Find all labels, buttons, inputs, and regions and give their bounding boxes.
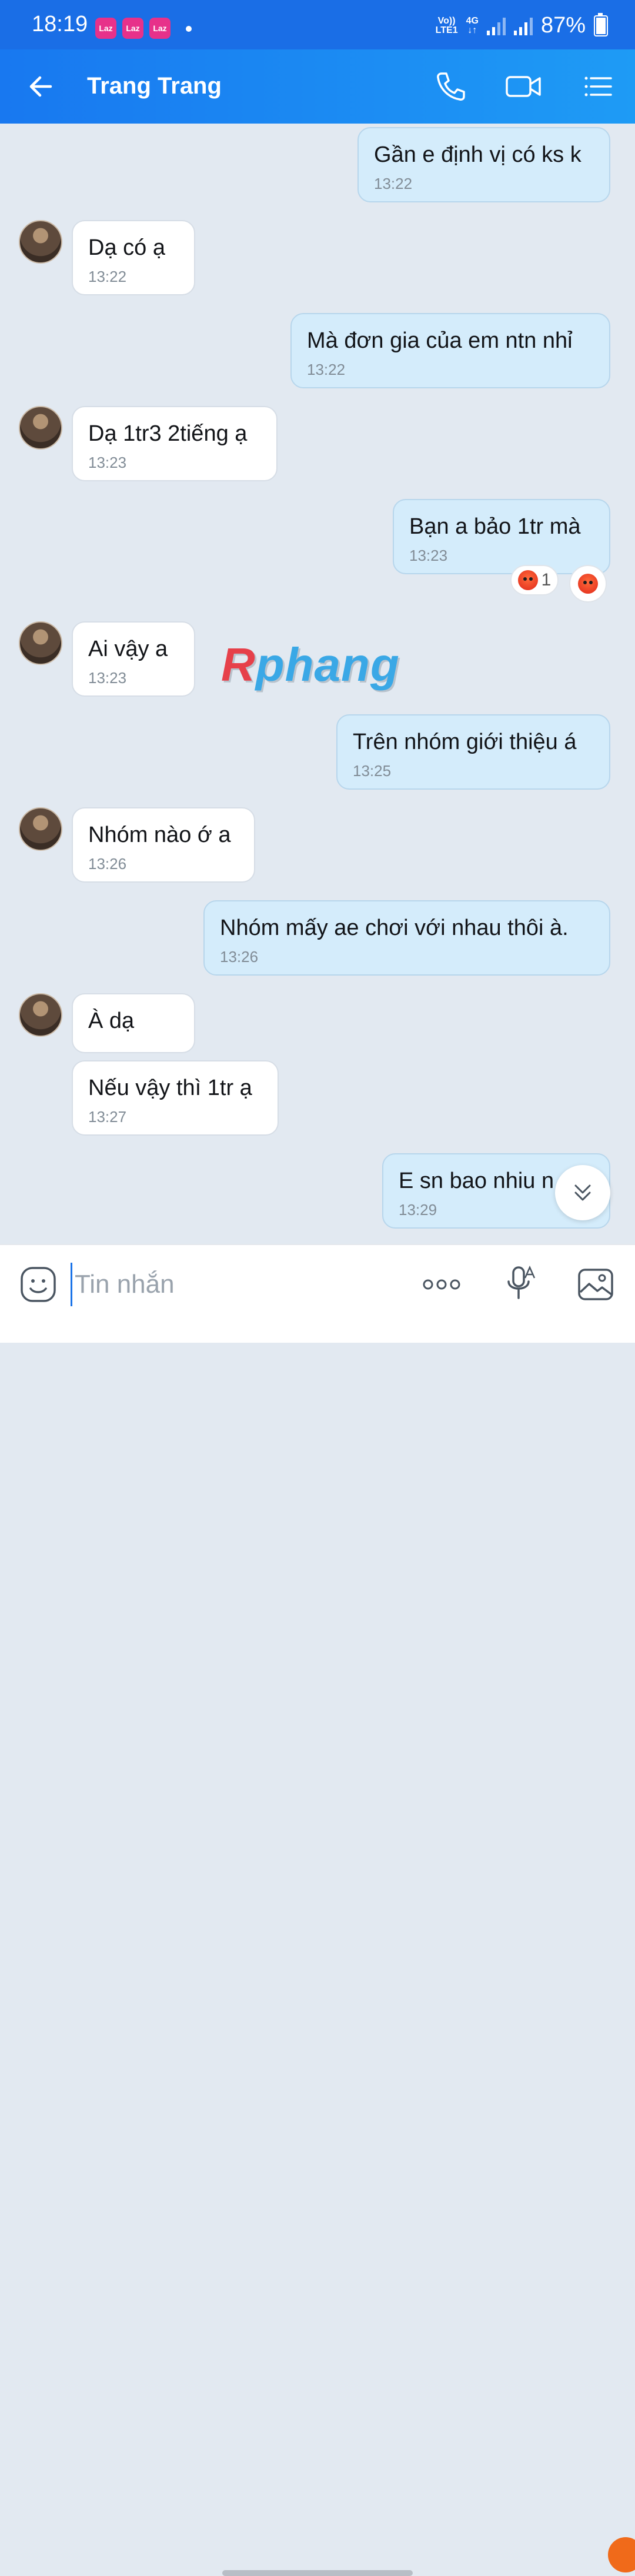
arrow-left-icon xyxy=(29,76,52,97)
home-indicator[interactable] xyxy=(222,2570,413,2576)
voice-to-text-button[interactable] xyxy=(500,1264,541,1305)
chat-header: Trang Trang xyxy=(0,49,635,124)
message-text: Dạ có ạ xyxy=(88,235,165,260)
data-arrows-icon: ↓↑ xyxy=(467,25,477,35)
avatar[interactable] xyxy=(19,807,62,851)
scroll-to-bottom-button[interactable] xyxy=(555,1165,610,1220)
status-bar: 18:19 Laz Laz Laz Vo)) LTE1 4G ↓↑ 87% xyxy=(0,0,635,49)
double-chevron-down-icon xyxy=(574,1184,591,1201)
status-time: 18:19 xyxy=(32,12,88,36)
phone-icon xyxy=(437,72,465,101)
watermark-rest: phang xyxy=(255,638,400,691)
message-bubble-sent[interactable]: Gần e định vị có ks k 13:22 xyxy=(357,127,610,202)
sticker-button[interactable] xyxy=(18,1264,59,1305)
message-text: Nhóm mấy ae chơi với nhau thôi à. xyxy=(220,916,569,940)
message-bubble-received[interactable]: Ai vậy a 13:23 xyxy=(72,621,195,697)
message-time: 13:22 xyxy=(307,361,346,378)
battery-icon xyxy=(594,12,608,36)
avatar[interactable] xyxy=(19,993,62,1037)
message-time: 13:26 xyxy=(220,948,259,966)
voice-call-button[interactable] xyxy=(430,66,472,107)
network-type-label: 4G xyxy=(466,15,479,26)
message-bubble-received[interactable]: Dạ có ạ 13:22 xyxy=(72,220,195,295)
battery-percent: 87% xyxy=(540,13,586,38)
voice-text-mic-icon xyxy=(507,1265,536,1299)
message-text: Gần e định vị có ks k xyxy=(374,142,581,167)
message-time: 13:23 xyxy=(409,547,448,564)
message-bubble-received[interactable]: À dạ xyxy=(72,993,195,1053)
signal-icon xyxy=(513,16,533,35)
avatar[interactable] xyxy=(19,406,62,450)
composer-bar xyxy=(0,1244,635,2576)
video-call-button[interactable] xyxy=(503,66,544,107)
message-text: Trên nhóm giới thiệu á xyxy=(353,730,577,754)
more-options-button[interactable] xyxy=(421,1264,462,1305)
video-icon xyxy=(506,76,541,97)
image-gallery-icon xyxy=(578,1269,613,1300)
list-menu-icon xyxy=(584,76,612,96)
message-bubble-sent[interactable]: Mà đơn gia của em ntn nhỉ 13:22 xyxy=(290,313,610,388)
message-list[interactable]: Gần e định vị có ks k 13:22 Dạ có ạ 13:2… xyxy=(0,124,635,1244)
message-time: 13:25 xyxy=(353,762,392,780)
watermark-logo: Rphang xyxy=(221,638,400,692)
chat-options-button[interactable] xyxy=(577,66,619,107)
sticker-smile-icon xyxy=(21,1267,56,1302)
message-time: 13:26 xyxy=(88,855,127,873)
message-input[interactable] xyxy=(71,1263,400,1306)
volte-indicator: Vo)) LTE1 xyxy=(436,16,458,35)
watermark-first-letter: R xyxy=(221,638,256,691)
message-text: Bạn a bảo 1tr mà xyxy=(409,514,581,539)
message-text: Ai vậy a xyxy=(88,637,168,661)
angry-emoji-icon xyxy=(578,574,598,594)
message-text: Nếu vậy thì 1tr ạ xyxy=(88,1076,252,1100)
more-notifications-dot xyxy=(186,26,192,32)
back-button[interactable] xyxy=(21,66,62,107)
chat-title[interactable]: Trang Trang xyxy=(87,73,222,99)
lazada-notification-icon: Laz xyxy=(122,18,143,39)
message-time: 13:27 xyxy=(88,1108,127,1126)
angry-emoji-icon xyxy=(517,570,538,590)
message-time: 13:22 xyxy=(374,175,413,192)
message-time: 13:22 xyxy=(88,268,127,285)
message-bubble-sent[interactable]: Nhóm mấy ae chơi với nhau thôi à. 13:26 xyxy=(203,900,610,976)
message-bubble-received[interactable]: Dạ 1tr3 2tiếng ạ 13:23 xyxy=(72,406,278,481)
message-bubble-sent[interactable]: Bạn a bảo 1tr mà 13:23 xyxy=(393,499,610,574)
network-type-indicator: 4G ↓↑ xyxy=(466,16,479,35)
message-text: Dạ 1tr3 2tiếng ạ xyxy=(88,421,248,446)
message-bubble-received[interactable]: Nhóm nào ớ a 13:26 xyxy=(72,807,255,883)
message-time: 13:23 xyxy=(88,454,127,471)
lte-label: LTE1 xyxy=(435,25,458,35)
notification-icons: Laz Laz Laz xyxy=(95,18,171,39)
message-text: Mà đơn gia của em ntn nhỉ xyxy=(307,328,573,353)
image-button[interactable] xyxy=(575,1264,616,1305)
avatar[interactable] xyxy=(19,220,62,264)
message-text: Nhóm nào ớ a xyxy=(88,823,231,847)
lazada-notification-icon: Laz xyxy=(95,18,116,39)
message-bubble-received[interactable]: Nếu vậy thì 1tr ạ 13:27 xyxy=(72,1060,279,1136)
message-bubble-sent[interactable]: Trên nhóm giới thiệu á 13:25 xyxy=(336,714,610,790)
lazada-notification-icon: Laz xyxy=(149,18,171,39)
reaction-summary[interactable]: 1 xyxy=(510,565,559,595)
avatar[interactable] xyxy=(19,621,62,665)
signal-icon xyxy=(486,16,506,35)
floating-assistant-icon[interactable] xyxy=(608,2537,635,2572)
add-reaction-button[interactable] xyxy=(569,565,607,603)
status-right: Vo)) LTE1 4G ↓↑ 87% xyxy=(436,12,608,38)
reaction-count: 1 xyxy=(541,570,552,590)
message-text: À dạ xyxy=(88,1009,135,1033)
more-dots-icon xyxy=(423,1279,460,1290)
message-time: 13:23 xyxy=(88,669,127,687)
volte-label: Vo)) xyxy=(437,15,456,26)
